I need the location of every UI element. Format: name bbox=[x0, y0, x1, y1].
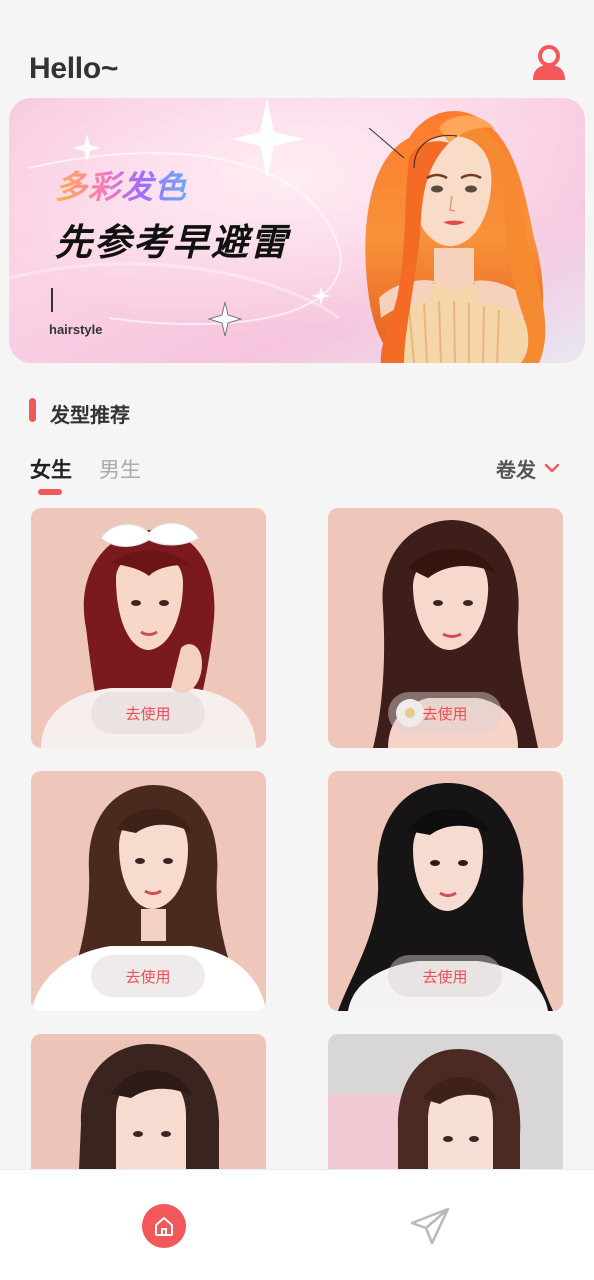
hair-type-filter[interactable]: 卷发 bbox=[496, 455, 560, 482]
header: Hello~ bbox=[0, 0, 594, 96]
profile-button[interactable] bbox=[530, 44, 568, 82]
hairstyle-card[interactable]: 去使用 bbox=[328, 508, 563, 748]
tab-female[interactable]: 女生 bbox=[30, 454, 72, 484]
person-icon bbox=[533, 45, 565, 80]
tab-active-indicator bbox=[38, 489, 62, 495]
chevron-down-icon bbox=[544, 463, 560, 473]
hairstyle-card[interactable]: 去使用 bbox=[31, 508, 266, 748]
section-title: 发型推荐 bbox=[50, 403, 130, 427]
nav-send-button[interactable] bbox=[408, 1203, 452, 1247]
section-marker bbox=[29, 398, 36, 422]
home-icon bbox=[155, 1217, 173, 1236]
use-button[interactable]: 去使用 bbox=[388, 955, 502, 997]
banner-subtitle: hairstyle bbox=[49, 322, 103, 337]
banner-headline-1: 多彩发色 bbox=[55, 162, 187, 208]
banner-divider bbox=[51, 288, 53, 312]
promo-banner[interactable]: 多彩发色 先参考早避雷 hairstyle bbox=[9, 98, 585, 363]
filter-label: 卷发 bbox=[496, 457, 536, 482]
banner-headline-2: 先参考早避雷 bbox=[55, 221, 289, 264]
use-button[interactable]: 去使用 bbox=[388, 692, 502, 734]
hairstyle-card[interactable] bbox=[328, 1034, 563, 1169]
use-button[interactable]: 去使用 bbox=[91, 955, 205, 997]
hairstyle-photo bbox=[31, 1034, 266, 1169]
greeting-title: Hello~ bbox=[29, 52, 119, 85]
hairstyle-card[interactable] bbox=[31, 1034, 266, 1169]
bottom-navigation bbox=[0, 1169, 594, 1280]
use-button[interactable]: 去使用 bbox=[91, 692, 205, 734]
hairstyle-card[interactable]: 去使用 bbox=[31, 771, 266, 1011]
hairstyle-card[interactable]: 去使用 bbox=[328, 771, 563, 1011]
send-icon bbox=[410, 1207, 450, 1245]
nav-home-button[interactable] bbox=[142, 1204, 186, 1248]
hairstyle-photo bbox=[328, 1034, 563, 1169]
tab-male[interactable]: 男生 bbox=[99, 454, 141, 484]
